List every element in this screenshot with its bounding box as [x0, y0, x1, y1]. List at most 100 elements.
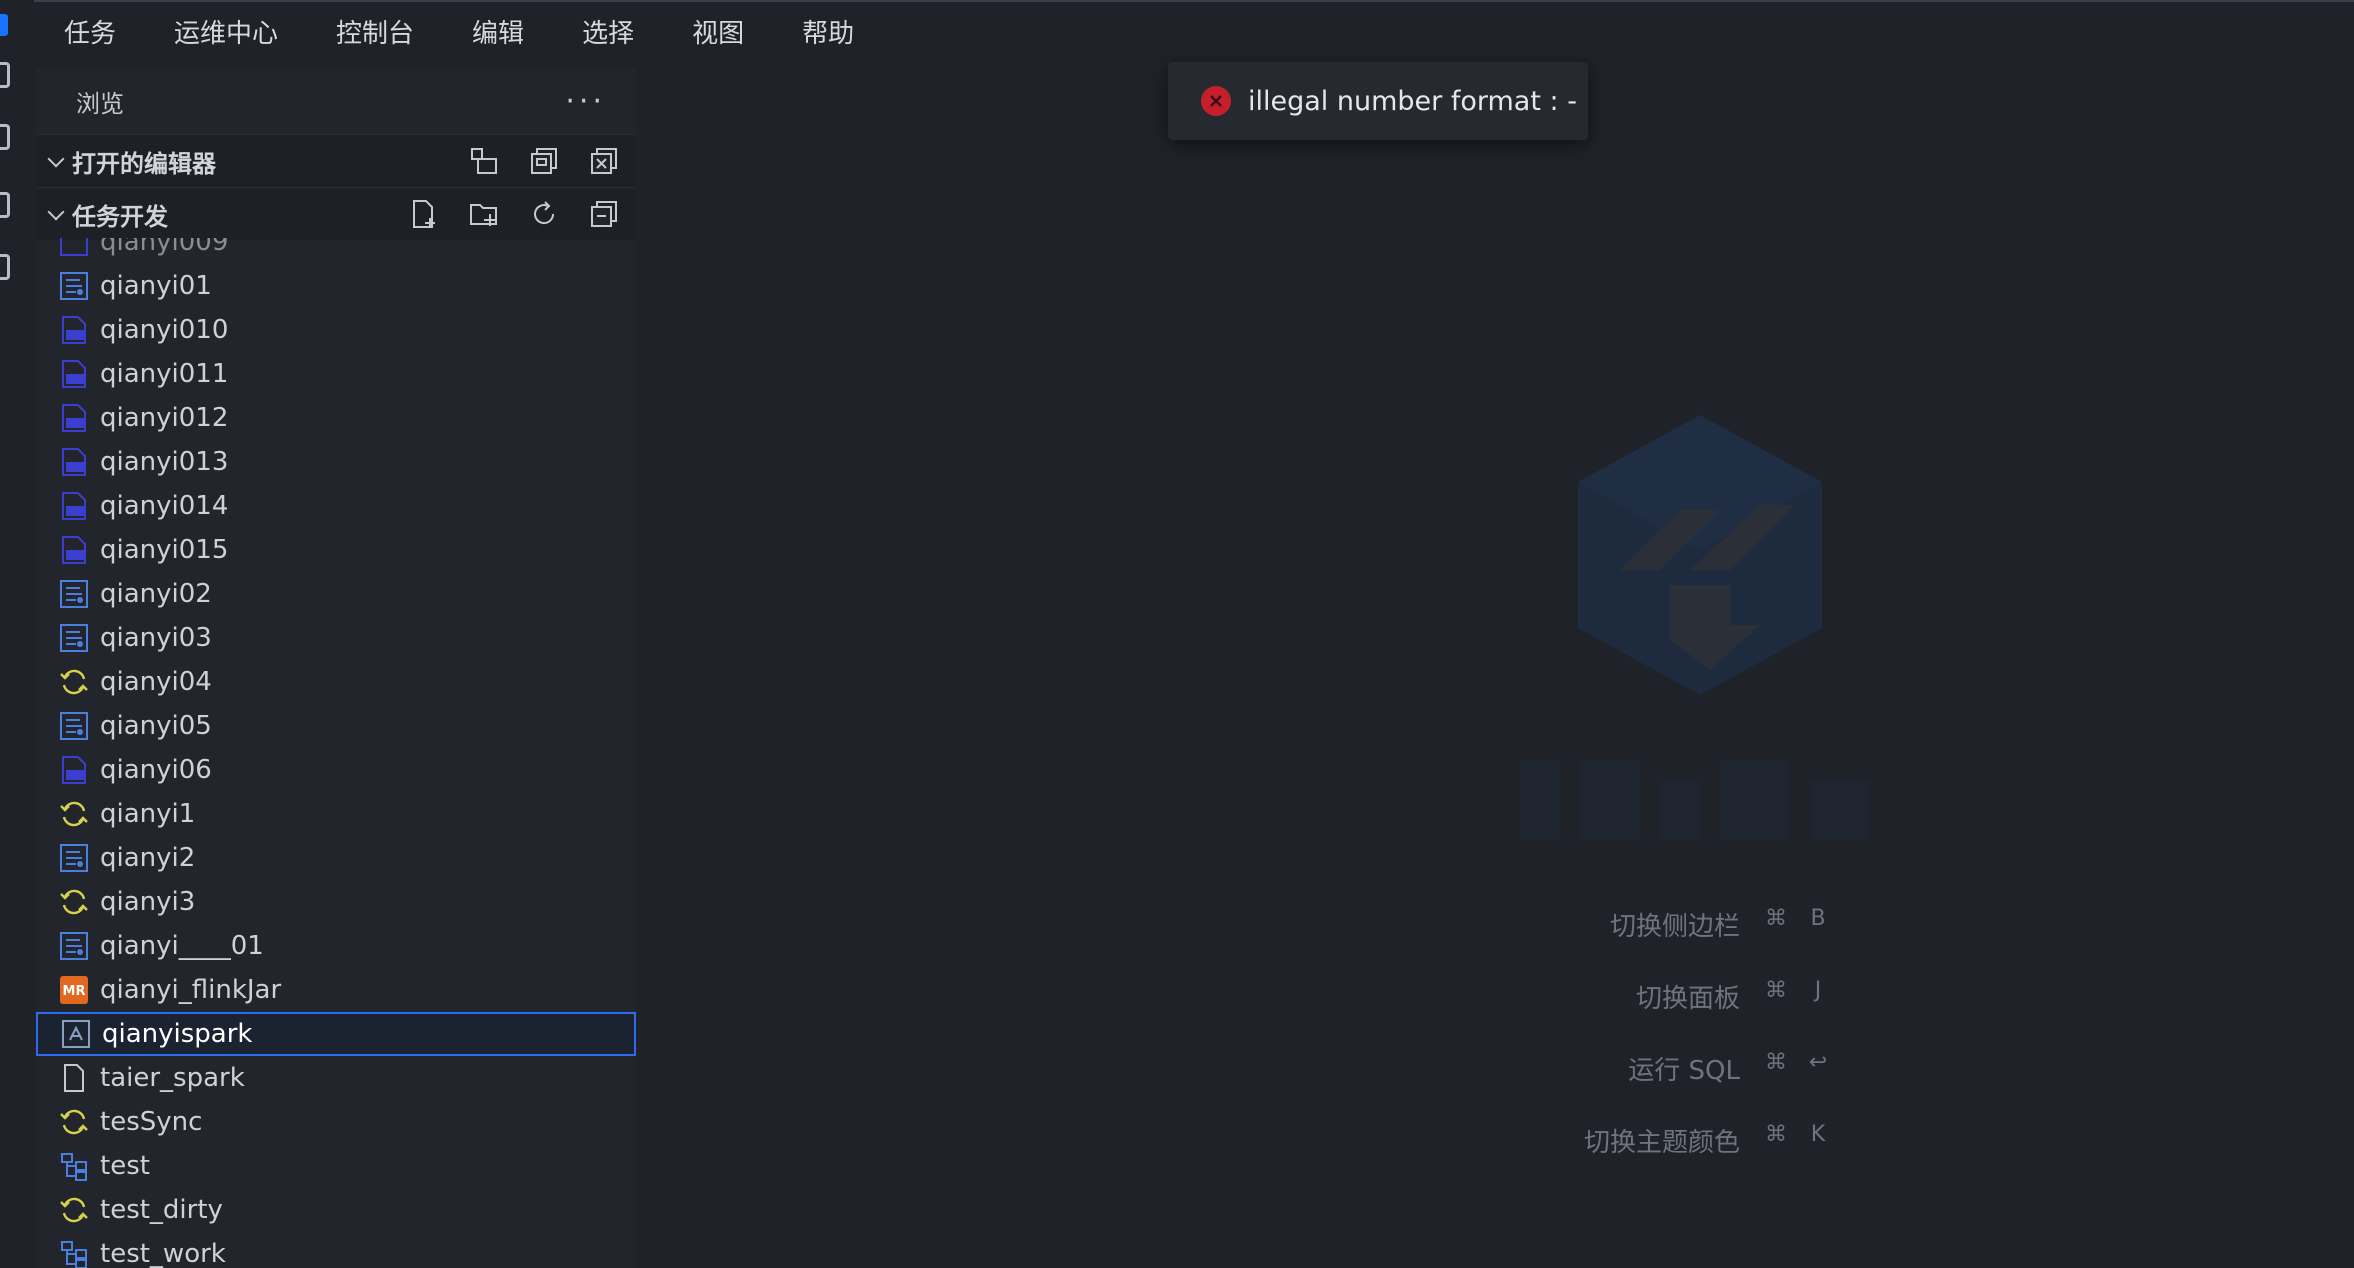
tree-item-label: qianyi2 — [100, 843, 196, 873]
tree-item-label: qianyi015 — [100, 535, 229, 565]
flinksql-icon — [62, 492, 86, 520]
error-notification[interactable]: illegal number format : - — [1168, 62, 1588, 140]
tree-item[interactable]: qianyi010 — [36, 308, 636, 352]
open-editors-toolbar — [468, 135, 620, 187]
tree-item[interactable]: taier_spark — [36, 1056, 636, 1100]
tree-item-label: qianyi_flinkJar — [100, 975, 282, 1005]
toggle-group-icon[interactable] — [468, 145, 500, 177]
sync-icon — [60, 669, 88, 695]
sidebar-header: 浏览 ··· — [36, 68, 636, 134]
shortcut-toggle-sidebar: 切换侧边栏 — [1040, 896, 1740, 952]
function-icon[interactable] — [0, 192, 10, 218]
tree-item[interactable]: MR qianyi_flinkJar — [36, 968, 636, 1012]
shortcut-label: 切换面板 — [1635, 983, 1740, 1014]
tree-item-partial[interactable]: qianyi009 — [36, 238, 636, 264]
menu-view[interactable]: 视图 — [662, 0, 772, 68]
sql-file-icon — [60, 932, 88, 960]
more-icon[interactable]: ··· — [565, 84, 606, 119]
shortcut-keys: ⌘ J — [1762, 978, 1832, 1003]
tree-item[interactable]: qianyi02 — [36, 572, 636, 616]
cmd-key: ⌘ — [1765, 1122, 1787, 1147]
tree-item[interactable]: qianyi015 — [36, 528, 636, 572]
close-all-icon[interactable] — [588, 145, 620, 177]
explorer-sidebar: 浏览 ··· 打开的编辑器 任务开发 qianyi009 qianyi01 qia… — [36, 68, 636, 1268]
collapse-all-icon[interactable] — [588, 198, 620, 230]
sql-file-icon — [60, 844, 88, 872]
menu-console[interactable]: 控制台 — [306, 0, 442, 68]
tree-item[interactable]: qianyi____01 — [36, 924, 636, 968]
shortcut-toggle-panel: 切换面板 — [1040, 968, 1740, 1024]
explorer-icon[interactable] — [0, 62, 10, 88]
shortcut-keys: ⌘ K — [1762, 1122, 1832, 1147]
flinksql-icon — [62, 756, 86, 784]
refresh-icon[interactable] — [528, 198, 560, 230]
flinksql-icon — [62, 316, 86, 344]
tree-item[interactable]: qianyi1 — [36, 792, 636, 836]
key: K — [1810, 1122, 1826, 1147]
mr-badge-text: MR — [63, 984, 86, 999]
tree-item[interactable]: qianyispark — [36, 1012, 636, 1056]
save-all-icon[interactable] — [528, 145, 560, 177]
tree-item-label: qianyi014 — [100, 491, 229, 521]
tree-item[interactable]: qianyi3 — [36, 880, 636, 924]
tree-item-label: qianyi____01 — [100, 931, 264, 961]
menu-task[interactable]: 任务 — [34, 0, 144, 68]
tree-item-label: qianyi04 — [100, 667, 212, 697]
shortcut-label: 切换主题颜色 — [1583, 1127, 1740, 1158]
tree-item[interactable]: test_work — [36, 1232, 636, 1268]
tree-item-label: qianyi012 — [100, 403, 229, 433]
tree-item[interactable]: qianyi012 — [36, 396, 636, 440]
tree-item-label: test — [100, 1151, 150, 1181]
menu-edit[interactable]: 编辑 — [442, 0, 552, 68]
menu-help[interactable]: 帮助 — [772, 0, 882, 68]
menu-bar: 任务 运维中心 控制台 编辑 选择 视图 帮助 — [34, 0, 882, 68]
activity-bar — [0, 0, 34, 1268]
key: J — [1814, 978, 1822, 1003]
app-logo-icon[interactable] — [0, 14, 8, 36]
chevron-down-icon[interactable] — [48, 206, 64, 222]
tree-item[interactable]: qianyi01 — [36, 264, 636, 308]
resource-icon[interactable] — [0, 124, 10, 150]
shortcut-label: 运行 SQL — [1628, 1055, 1740, 1086]
sync-icon — [60, 1197, 88, 1223]
tree-item[interactable]: test — [36, 1144, 636, 1188]
cmd-key: ⌘ — [1765, 1050, 1787, 1075]
section-open-editors-label: 打开的编辑器 — [72, 149, 216, 178]
tree-item-label: qianyi1 — [100, 799, 196, 829]
tree-item[interactable]: test_dirty — [36, 1188, 636, 1232]
flinksql-icon — [62, 404, 86, 432]
tree-item[interactable]: qianyi03 — [36, 616, 636, 660]
tree-item[interactable]: qianyi013 — [36, 440, 636, 484]
shortcut-toggle-theme: 切换主题颜色 — [1040, 1112, 1740, 1168]
section-task-dev[interactable]: 任务开发 — [36, 187, 636, 240]
sync-icon — [60, 1109, 88, 1135]
flinksql-icon — [62, 536, 86, 564]
flinksql-icon — [62, 360, 86, 388]
sql-file-icon — [60, 712, 88, 740]
tree-item[interactable]: tesSync — [36, 1100, 636, 1144]
tree-item[interactable]: qianyi014 — [36, 484, 636, 528]
menu-select[interactable]: 选择 — [552, 0, 662, 68]
tree-item[interactable]: qianyi2 — [36, 836, 636, 880]
new-folder-icon[interactable] — [468, 198, 500, 230]
section-open-editors[interactable]: 打开的编辑器 — [36, 134, 636, 187]
shortcut-keys: ⌘ ↩ — [1762, 1050, 1832, 1075]
tree-item[interactable]: qianyi011 — [36, 352, 636, 396]
tree-item-label: test_work — [100, 1239, 226, 1268]
tree-item-label: taier_spark — [100, 1063, 245, 1093]
tree-item[interactable]: qianyi04 — [36, 660, 636, 704]
section-task-dev-label: 任务开发 — [72, 202, 168, 231]
workflow-icon — [61, 1241, 87, 1268]
tree-item-label: qianyi01 — [100, 271, 212, 301]
menu-ops-center[interactable]: 运维中心 — [144, 0, 306, 68]
datasource-icon[interactable] — [0, 254, 10, 280]
sql-file-icon — [60, 272, 88, 300]
chevron-down-icon[interactable] — [48, 153, 64, 169]
sync-icon — [60, 801, 88, 827]
tree-item[interactable]: qianyi06 — [36, 748, 636, 792]
tree-item-label: qianyi010 — [100, 315, 229, 345]
tree-item[interactable]: qianyi05 — [36, 704, 636, 748]
mr-icon: MR — [60, 976, 88, 1004]
flinksql-icon — [62, 448, 86, 476]
new-file-icon[interactable] — [408, 198, 440, 230]
